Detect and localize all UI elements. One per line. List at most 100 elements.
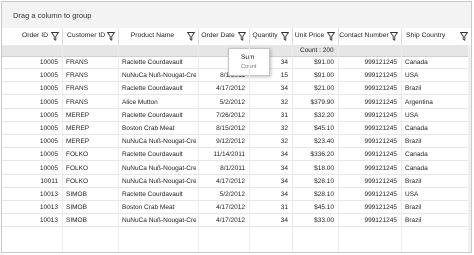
table-cell: 4/17/2012 <box>216 85 245 93</box>
table-cell: 10005 <box>39 164 58 172</box>
table-cell: NuNuCa Nuß-Nougat-Creme <box>122 177 196 185</box>
column-header-label: Product Name <box>130 32 175 39</box>
table-cell: 32 <box>280 125 288 132</box>
filter-icon[interactable] <box>187 32 195 41</box>
table-cell: 10005 <box>39 72 58 80</box>
table-cell: 10005 <box>39 111 58 119</box>
table-cell: USA <box>405 191 419 198</box>
table-cell: 10005 <box>39 98 58 106</box>
filter-icon[interactable] <box>281 32 289 41</box>
table-cell: NuNuCa Nuß-Nougat-Creme <box>122 164 196 172</box>
table-cell: MEREP <box>66 138 90 146</box>
table-cell: Raclette Courdavault <box>122 59 183 66</box>
table-cell: 10013 <box>39 217 58 225</box>
table-cell: Brazil <box>405 217 422 225</box>
table-cell: 999121245 <box>364 138 397 146</box>
table-cell: Brazil <box>405 85 422 93</box>
table-cell: Canada <box>405 125 428 132</box>
table-cell: 4/17/2012 <box>216 204 245 212</box>
table-cell: 7/26/2012 <box>216 111 245 119</box>
table-cell: NuNuCa Nuß-Nougat-Creme <box>122 138 196 146</box>
table-cell: Brazil <box>405 138 422 146</box>
table-cell: Brazil <box>405 204 422 212</box>
table-cell: 5/2/2012 <box>219 191 245 198</box>
table-cell: 10005 <box>39 59 58 66</box>
table-cell: SIMOB <box>66 204 87 212</box>
table-cell: $21.00 <box>314 85 334 93</box>
table-cell: USA <box>405 111 419 119</box>
table-cell: SIMOB <box>66 191 87 198</box>
table-cell: FRANS <box>66 72 89 80</box>
table-cell: MEREP <box>66 125 90 132</box>
table-cell: 31 <box>280 111 288 119</box>
table-cell: 10005 <box>39 125 58 132</box>
table-cell: FOLKO <box>66 177 89 185</box>
table-cell: 10011 <box>40 177 58 185</box>
table-cell: FOLKO <box>66 151 89 159</box>
table-cell: $336.20 <box>310 151 335 159</box>
popup-item-sum[interactable]: Sum <box>241 54 254 61</box>
column-header-ship-country[interactable]: Ship Country <box>401 28 471 45</box>
table-cell: Alice Mutton <box>122 98 158 106</box>
table-cell: $91.00 <box>314 72 334 80</box>
table-cell: FRANS <box>66 98 89 106</box>
column-divider <box>118 45 119 252</box>
filter-icon[interactable] <box>107 32 115 41</box>
table-cell: 9/12/2012 <box>216 138 245 146</box>
group-drop-area[interactable]: Drag a column to group <box>2 2 471 29</box>
table-cell: Boston Crab Meat <box>122 125 175 132</box>
table-cell: 999121245 <box>364 204 397 212</box>
filter-icon[interactable] <box>238 32 246 41</box>
table-cell: 999121245 <box>364 98 397 106</box>
column-header-label: Unit Price <box>294 32 325 39</box>
column-header-label: Contact Number <box>339 32 389 39</box>
column-divider <box>401 45 402 252</box>
table-cell: Raclette Courdavault <box>122 85 183 93</box>
table-cell: FRANS <box>66 59 89 66</box>
table-cell: $28.10 <box>314 191 334 198</box>
filter-icon[interactable] <box>460 32 468 41</box>
table-cell: 11/14/2011 <box>213 151 245 159</box>
data-grid: Drag a column to group Order ID Customer … <box>1 1 472 253</box>
column-header-contact-number[interactable]: Contact Number <box>338 28 401 45</box>
table-cell: 4/17/2012 <box>216 177 245 185</box>
column-header-order-date[interactable]: Order Date <box>198 28 249 45</box>
column-divider <box>62 45 63 252</box>
table-cell: $45.10 <box>314 204 334 212</box>
column-header-label: Customer ID <box>67 32 106 39</box>
table-cell: 32 <box>280 98 288 106</box>
table-cell: 10005 <box>39 138 58 146</box>
table-cell: $91.00 <box>314 59 334 66</box>
column-divider <box>198 45 199 252</box>
column-header-unit-price[interactable]: Unit Price <box>292 28 338 45</box>
table-cell: USA <box>405 72 419 80</box>
table-cell: 34 <box>280 217 288 225</box>
table-cell: 999121245 <box>364 59 397 66</box>
table-cell: Raclette Courdavault <box>122 151 183 159</box>
column-header-order-id[interactable]: Order ID <box>6 28 62 45</box>
table-cell: 5/2/2012 <box>219 98 245 106</box>
filter-icon[interactable] <box>51 32 59 41</box>
summary-count: Count : 200 <box>300 47 334 54</box>
table-cell: 10005 <box>39 85 58 93</box>
filter-icon[interactable] <box>390 32 398 41</box>
table-cell: 999121245 <box>364 111 397 119</box>
table-cell: 34 <box>280 85 288 93</box>
table-cell: 34 <box>280 191 288 198</box>
group-area-label: Drag a column to group <box>13 11 92 20</box>
column-header-quantity[interactable]: Quantity <box>249 28 292 45</box>
table-cell: $23.40 <box>314 138 334 146</box>
column-header-customer-id[interactable]: Customer ID <box>62 28 118 45</box>
table-cell: Canada <box>405 164 428 172</box>
table-cell: $379.90 <box>310 98 335 106</box>
table-cell: 999121245 <box>364 125 397 132</box>
table-cell: 999121245 <box>364 177 397 185</box>
column-header-row: Order ID Customer ID Product Name Order Dat… <box>2 28 471 46</box>
column-header-product-name[interactable]: Product Name <box>118 28 198 45</box>
table-cell: 34 <box>280 151 288 159</box>
filter-icon[interactable] <box>327 32 335 41</box>
table-cell: FRANS <box>66 85 89 93</box>
vertical-scrollbar[interactable] <box>468 45 471 252</box>
column-header-label: Quantity <box>252 32 278 39</box>
table-cell: $28.10 <box>314 177 334 185</box>
